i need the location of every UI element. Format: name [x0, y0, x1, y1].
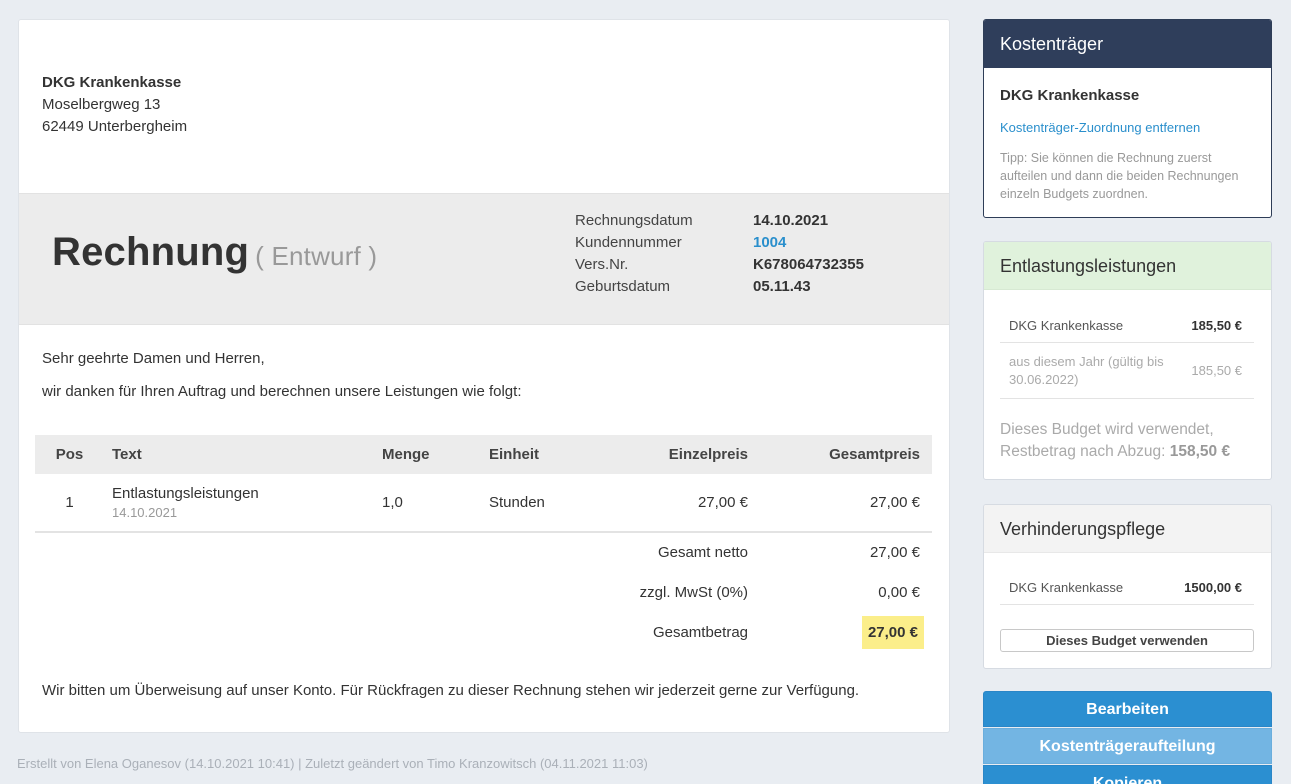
meta-label: Kundennummer	[575, 234, 682, 251]
recipient-street: Moselbergweg 13	[42, 96, 161, 113]
col-menge: Menge	[382, 446, 430, 463]
panel-title: Verhinderungspflege	[984, 505, 1271, 553]
item-date: 14.10.2021	[112, 505, 178, 520]
budget-table: DKG Krankenkasse 1500,00 €	[1000, 570, 1254, 605]
action-buttons: Bearbeiten Kostenträgeraufteilung Kopier…	[983, 691, 1272, 784]
remove-payer-link[interactable]: Kostenträger-Zuordnung entfernen	[1000, 120, 1200, 135]
sum-label: zzgl. MwSt (0%)	[639, 583, 748, 601]
table-row: 1 Entlastungsleistungen 14.10.2021 1,0 S…	[35, 474, 932, 533]
meta-label: Vers.Nr.	[575, 256, 629, 273]
split-payers-button[interactable]: Kostenträgeraufteilung	[983, 728, 1272, 764]
copy-button[interactable]: Kopieren	[983, 765, 1272, 784]
greeting-block: Sehr geehrte Damen und Herren, wir danke…	[42, 348, 521, 414]
invoice-document: DKG Krankenkasse Moselbergweg 13 62449 U…	[18, 19, 950, 733]
budget-row: DKG Krankenkasse 185,50 €	[1000, 308, 1254, 343]
budget-row: aus diesem Jahr (gültig bis 30.06.2022) …	[1000, 343, 1254, 399]
meta-label: Geburtsdatum	[575, 278, 671, 295]
cell-einzelpreis: 27,00 €	[595, 474, 756, 533]
col-einzelpreis: Einzelpreis	[668, 446, 748, 463]
meta-row-rechnungsdatum: Rechnungsdatum 14.10.2021	[575, 210, 864, 232]
col-einheit: Einheit	[489, 446, 540, 463]
sum-value: 0,00 €	[878, 583, 920, 601]
remaining-amount: 158,50 €	[1169, 443, 1231, 460]
intro-text: wir danken für Ihren Auftrag und berechn…	[42, 383, 522, 400]
meta-row-kundennummer: Kundennummer 1004	[575, 232, 864, 254]
sum-label: Gesamt netto	[657, 544, 748, 561]
meta-value: K678064732355	[753, 256, 864, 273]
draft-status: ( Entwurf )	[255, 241, 378, 271]
cell-menge: 1,0	[374, 474, 481, 533]
panel-title: Kostenträger	[984, 20, 1271, 68]
edit-button[interactable]: Bearbeiten	[983, 691, 1272, 727]
audit-footer: Erstellt von Elena Oganesov (14.10.2021 …	[17, 756, 648, 771]
greeting: Sehr geehrte Damen und Herren,	[42, 350, 265, 367]
budget-label: aus diesem Jahr (gültig bis 30.06.2022)	[1009, 353, 1164, 387]
budget-table: DKG Krankenkasse 185,50 € aus diesem Jah…	[1000, 308, 1254, 399]
col-pos: Pos	[55, 446, 84, 463]
sum-label: Gesamtbetrag	[652, 623, 748, 641]
total-amount-highlight: 27,00 €	[861, 615, 924, 649]
closing-text: Wir bitten um Überweisung auf unser Kont…	[42, 682, 860, 699]
verhinderung-budget-panel: Verhinderungspflege DKG Krankenkasse 150…	[983, 504, 1272, 669]
meta-row-geburtsdatum: Geburtsdatum 05.11.43	[575, 276, 864, 298]
cell-gesamtpreis: 27,00 €	[756, 474, 932, 533]
sum-row-mwst: zzgl. MwSt (0%) 0,00 €	[35, 572, 932, 612]
tip-text: Tipp: Sie können die Rechnung zuerst auf…	[1000, 151, 1239, 201]
budget-label: DKG Krankenkasse	[1009, 579, 1124, 595]
col-text: Text	[112, 446, 142, 463]
meta-value: 05.11.43	[753, 278, 811, 295]
sum-value: 27,00 €	[869, 544, 920, 561]
payer-name: DKG Krankenkasse	[1000, 87, 1140, 104]
budget-label: DKG Krankenkasse	[1009, 317, 1124, 333]
budget-amount: 185,50 €	[1191, 362, 1242, 378]
use-budget-button[interactable]: Dieses Budget verwenden	[1000, 629, 1254, 652]
kostentraeger-panel: Kostenträger DKG Krankenkasse Kostenträg…	[983, 19, 1272, 218]
entlastung-budget-panel: Entlastungsleistungen DKG Krankenkasse 1…	[983, 241, 1272, 480]
meta-row-versnr: Vers.Nr. K678064732355	[575, 254, 864, 276]
sum-row-netto: Gesamt netto 27,00 €	[35, 532, 932, 572]
panel-title: Entlastungsleistungen	[984, 242, 1271, 290]
positions-table: Pos Text Menge Einheit Einzelpreis Gesam…	[35, 435, 932, 652]
invoice-title-text: Rechnung	[52, 230, 250, 274]
table-header-row: Pos Text Menge Einheit Einzelpreis Gesam…	[35, 435, 932, 474]
sum-row-gesamt: Gesamtbetrag 27,00 €	[35, 612, 932, 652]
sum-value: 27,00 €	[756, 612, 932, 652]
item-title: Entlastungsleistungen	[112, 485, 259, 502]
budget-amount: 185,50 €	[1191, 317, 1242, 333]
meta-label: Rechnungsdatum	[575, 212, 693, 229]
invoice-header: Rechnung( Entwurf ) Rechnungsdatum 14.10…	[19, 193, 949, 325]
invoice-title: Rechnung( Entwurf )	[52, 230, 377, 275]
budget-note: Dieses Budget wird verwendet, Restbetrag…	[1000, 419, 1260, 463]
cell-text: Entlastungsleistungen 14.10.2021	[104, 474, 374, 533]
customer-number-link[interactable]: 1004	[753, 232, 786, 254]
recipient-name: DKG Krankenkasse	[42, 74, 182, 91]
meta-value: 14.10.2021	[753, 212, 829, 229]
budget-row: DKG Krankenkasse 1500,00 €	[1000, 570, 1254, 605]
budget-amount: 1500,00 €	[1184, 579, 1242, 595]
recipient-city: 62449 Unterbergheim	[42, 118, 188, 135]
invoice-meta: Rechnungsdatum 14.10.2021 Kundennummer 1…	[575, 210, 864, 298]
cell-pos: 1	[35, 474, 104, 533]
col-gesamtpreis: Gesamtpreis	[829, 446, 920, 463]
cell-einheit: Stunden	[481, 474, 595, 533]
recipient-address: DKG Krankenkasse Moselbergweg 13 62449 U…	[42, 72, 187, 138]
